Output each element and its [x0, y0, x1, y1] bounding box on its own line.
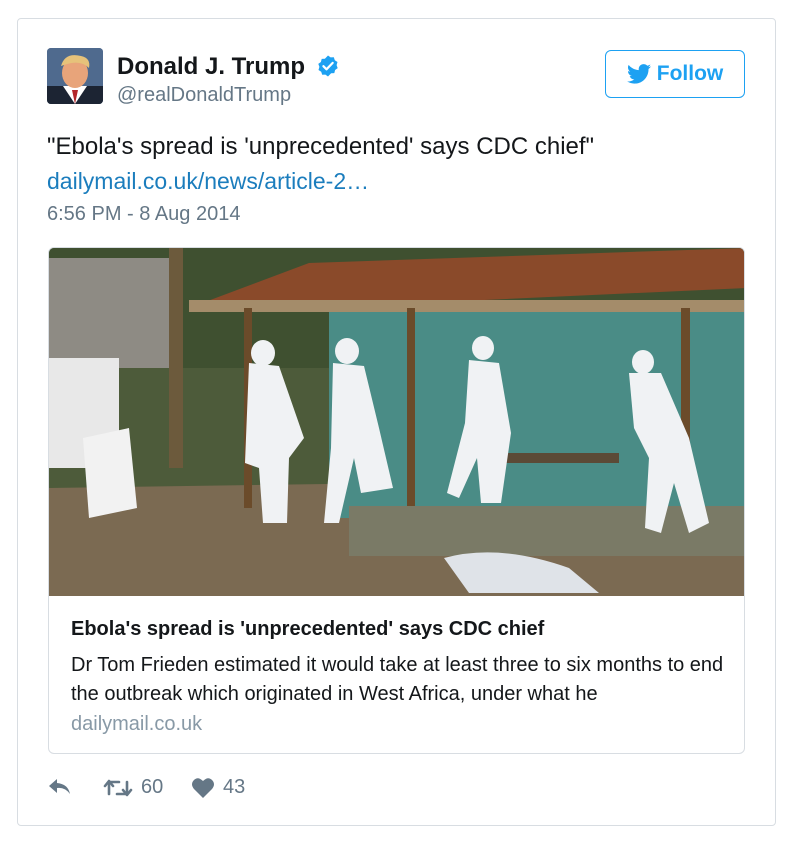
retweet-icon: [103, 779, 133, 796]
tweet-timestamp[interactable]: 6:56 PM - 8 Aug 2014: [47, 203, 240, 226]
verified-badge-icon: [318, 55, 338, 77]
like-button[interactable]: 43: [191, 776, 245, 799]
reply-icon: [49, 779, 70, 794]
link-card-description: Dr Tom Frieden estimated it would take a…: [71, 654, 724, 705]
retweet-button[interactable]: 60: [103, 776, 163, 799]
article-photo[interactable]: [49, 248, 745, 596]
tweet-text: "Ebola's spread is 'unprecedented' says …: [47, 133, 595, 160]
link-card-title[interactable]: Ebola's spread is 'unprecedented' says C…: [71, 618, 544, 641]
avatar[interactable]: [47, 48, 103, 104]
user-handle[interactable]: @realDonaldTrump: [117, 84, 291, 107]
heart-icon: [192, 777, 214, 798]
follow-button[interactable]: Follow: [605, 50, 745, 98]
link-card-domain: dailymail.co.uk: [71, 713, 203, 735]
reply-button[interactable]: [47, 776, 73, 798]
like-count: 43: [223, 776, 246, 798]
link-preview-card[interactable]: Ebola's spread is 'unprecedented' says C…: [48, 247, 745, 754]
twitter-bird-icon: [626, 64, 651, 84]
user-name[interactable]: Donald J. Trump: [117, 53, 305, 81]
follow-label: Follow: [656, 62, 724, 85]
tweet-link[interactable]: dailymail.co.uk/news/article-2…: [47, 168, 369, 195]
retweet-count: 60: [141, 776, 164, 798]
